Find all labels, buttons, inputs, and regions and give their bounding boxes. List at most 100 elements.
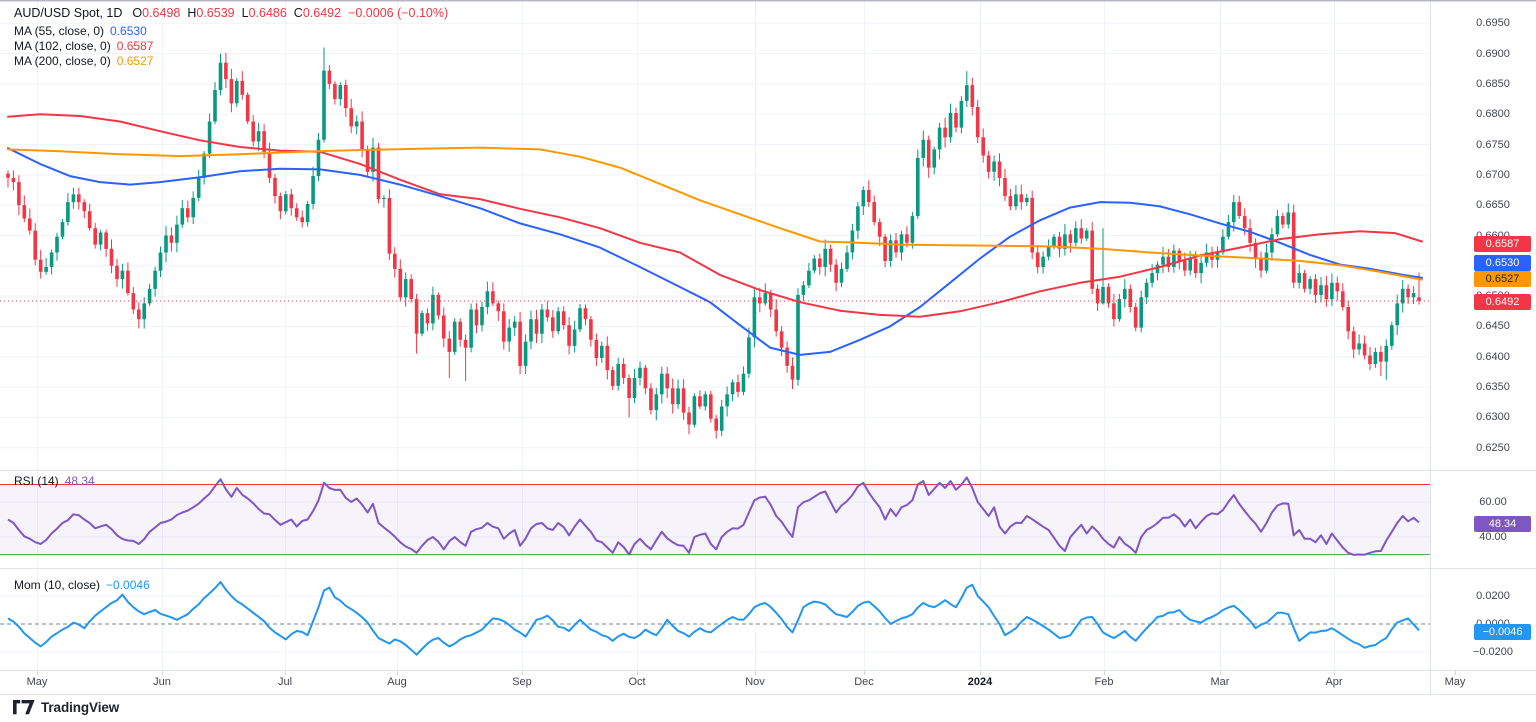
candle [388,189,392,260]
candle [339,82,343,105]
mom-legend: Mom (10, close)−0.0046 [14,578,150,592]
candle [932,147,936,175]
time-axis-label[interactable]: Aug [387,676,407,688]
candle [1401,280,1405,313]
mom-label[interactable]: Mom (10, close) [14,578,100,592]
time-axis-label[interactable]: Apr [1325,676,1342,688]
candle [437,292,441,319]
time-axis-label[interactable]: 2024 [968,676,992,688]
candle [1374,348,1378,368]
candle [1308,276,1312,294]
ma-200-value: 0.6527 [117,54,154,68]
candle [731,379,735,401]
time-axis-label[interactable]: Nov [745,676,765,688]
ma-200-label[interactable]: MA (200, close, 0) [14,54,111,68]
candle [1183,253,1187,277]
candle [943,118,947,148]
ma-102-label[interactable]: MA (102, close, 0) [14,39,111,53]
time-axis-label[interactable]: Oct [628,676,645,688]
candle [148,284,152,306]
candle [556,307,560,334]
chart-canvas[interactable] [0,0,1536,722]
candle [121,264,125,289]
ma-55-label[interactable]: MA (55, close, 0) [14,24,104,38]
time-axis-tick [1104,671,1105,675]
ohlc-low: L0.6486 [242,6,287,20]
candle [1167,249,1171,272]
candle [191,191,195,224]
tradingview-logo-text: TradingView [41,700,119,715]
candle [518,312,522,374]
tradingview-logo[interactable]: TradingView [13,700,119,715]
candle [1346,301,1350,339]
candle [1009,189,1013,210]
candle [110,239,114,273]
price-axis[interactable]: 0.69500.69000.68500.68000.67500.67000.66… [1430,0,1536,694]
candle [682,379,686,420]
time-axis-label[interactable]: May [27,676,48,688]
candle [818,254,822,275]
time-axis[interactable]: May Jun Jul Aug Sep Oct Nov Dec 2024 Feb Mar Apr May [0,671,1536,694]
time-axis-tick [1455,671,1456,675]
candle [600,341,604,363]
rsi-tick-label: 60.00 [1456,496,1530,508]
change-value: −0.0006 (−0.10%) [348,6,448,20]
candle [1314,274,1318,303]
candle [513,316,517,336]
candle [649,383,653,414]
candle [785,341,789,372]
time-axis-tick [285,671,286,675]
candle [1161,247,1165,273]
candle [66,193,70,226]
candle [50,250,54,275]
symbol-row: AUD/USD Spot, 1DO0.6498H0.6539L0.6486C0.… [14,5,448,22]
candle [480,302,484,332]
candle [1134,303,1138,332]
candle [1074,221,1078,246]
candle [175,216,179,253]
candle [415,294,419,354]
candle [257,123,261,151]
candle [409,274,413,302]
candle [676,380,680,409]
axis-value-badge: 48.34 [1474,516,1531,532]
candle [93,223,97,249]
candle [1259,252,1263,278]
candle [813,255,817,273]
candle [1270,228,1274,261]
mom-line [8,582,1419,655]
rsi-label[interactable]: RSI (14) [14,474,59,488]
candle [823,240,827,277]
candle [159,247,163,278]
time-axis-label[interactable]: Sep [512,676,532,688]
candle [1172,245,1176,273]
candle [502,303,506,349]
candle [1276,210,1280,237]
candle [295,203,299,220]
time-axis-tick [864,671,865,675]
time-axis-label[interactable]: Feb [1095,676,1114,688]
candle [28,209,32,235]
candle [464,334,468,381]
candle [317,133,321,181]
candle [644,365,648,394]
time-axis-label[interactable]: Jul [278,676,292,688]
time-axis-label[interactable]: May [1445,676,1466,688]
time-axis-label[interactable]: Jun [153,676,171,688]
time-axis-label[interactable]: Mar [1211,676,1230,688]
candle [589,316,593,347]
time-axis-label[interactable]: Dec [854,676,874,688]
candle [279,193,283,220]
time-axis-tick [522,671,523,675]
price-tick-label: 0.6300 [1456,411,1530,423]
candle [1336,277,1340,301]
axis-value-badge: 0.6587 [1474,236,1531,252]
candle [622,358,626,384]
candle [1041,252,1045,274]
symbol-title[interactable]: AUD/USD Spot, 1D [14,6,122,20]
candle [606,336,610,379]
candle [698,390,702,409]
candle [714,415,718,439]
candle [153,267,157,297]
candle [137,302,141,328]
